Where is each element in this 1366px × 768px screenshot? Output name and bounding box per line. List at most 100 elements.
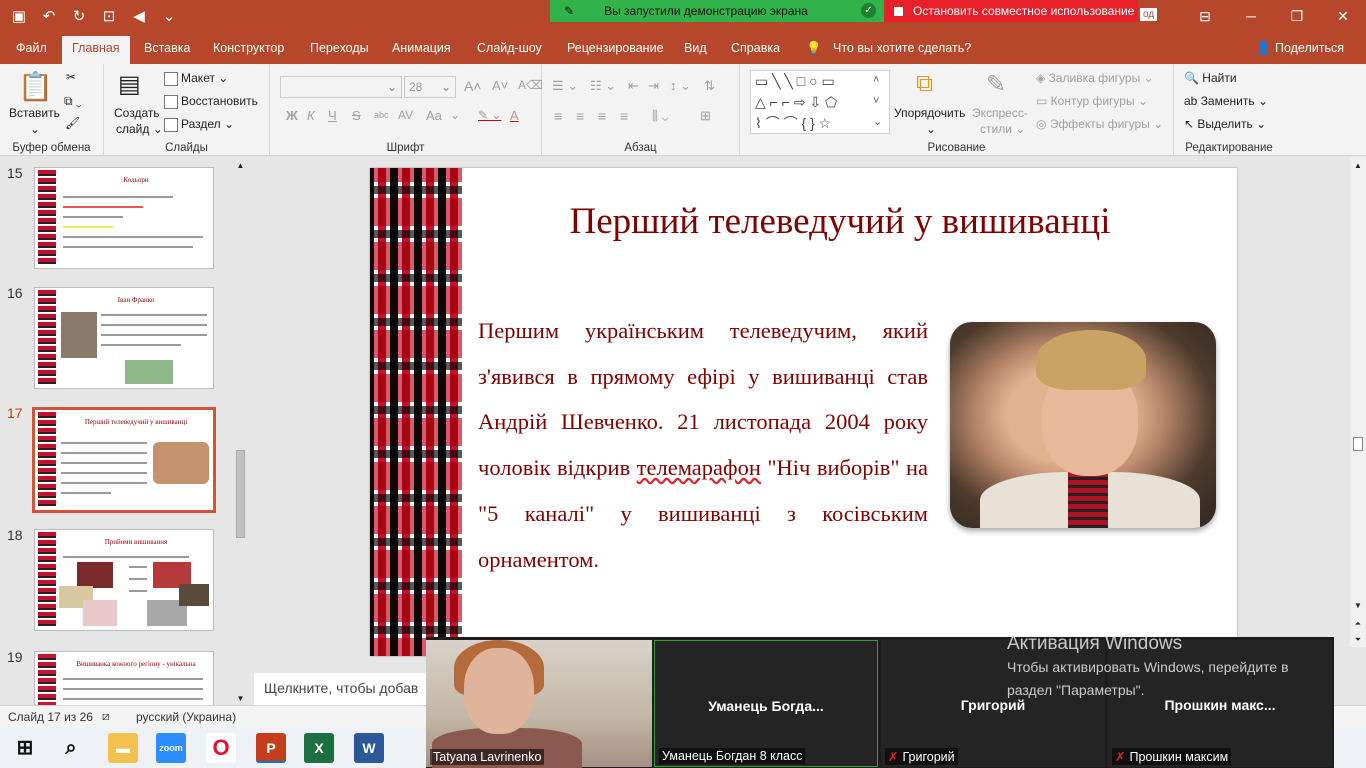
customize-qat-icon[interactable]: ⌄ xyxy=(160,7,178,25)
font-size-box[interactable]: 28 ⌄ xyxy=(404,76,456,98)
signin-label[interactable]: од xyxy=(1140,8,1158,21)
format-painter-icon[interactable]: 🖌 xyxy=(65,116,80,130)
tab-slideshow[interactable]: Слайд-шоу xyxy=(477,41,542,55)
indent-inc-icon[interactable]: ⇥ xyxy=(648,78,659,94)
present-icon[interactable]: ⊡ xyxy=(100,7,118,25)
excel-icon[interactable]: X xyxy=(304,733,334,763)
new-slide-dropdown[interactable]: слайд ⌄ xyxy=(116,122,163,136)
shape-outline-button[interactable]: ▭ Контур фигуры ⌄ xyxy=(1036,94,1148,108)
scroll-up-icon[interactable]: ▲ xyxy=(1350,161,1366,170)
scroll-down-icon[interactable]: ▼ xyxy=(233,694,248,703)
paste-icon[interactable]: 📋 xyxy=(18,70,53,103)
thumbnail-scrollbar[interactable]: ▲ ▼ xyxy=(233,157,248,705)
tab-design[interactable]: Конструктор xyxy=(213,41,284,55)
italic-button[interactable]: К xyxy=(307,108,315,123)
strike-button[interactable]: S xyxy=(352,108,361,123)
columns-icon[interactable]: ⫼ ⌄ xyxy=(652,108,669,124)
tab-help[interactable]: Справка xyxy=(731,41,780,55)
tab-review[interactable]: Рецензирование xyxy=(567,41,664,55)
slide-scrollbar[interactable]: ▲ ▼ ⏶ ⏷ xyxy=(1350,157,1366,647)
layout-button[interactable]: Макет ⌄ xyxy=(164,71,228,86)
slide-thumbnail[interactable]: Прийоми вишивання xyxy=(34,529,214,631)
shapes-scroll[interactable]: ˄ ˅ ⌄ xyxy=(873,70,882,133)
slide-thumbnail[interactable]: Іван Франко xyxy=(34,287,214,389)
find-button[interactable]: 🔍 Найти xyxy=(1184,71,1237,85)
bullets-icon[interactable]: ☰ ⌄ xyxy=(552,78,578,94)
quick-styles-button[interactable]: Экспресс- xyxy=(972,106,1028,120)
presenter-photo[interactable] xyxy=(950,322,1216,528)
bold-button[interactable]: Ж xyxy=(286,108,298,123)
shapes-gallery[interactable]: ▭ ╲ ╲ □ ○ ▭ △ ⌐ ⌐ ⇨ ⇩ ⬠ ⌇ ⌒ ⌒ { } ☆ xyxy=(750,70,890,134)
scroll-up-icon[interactable]: ▲ xyxy=(233,161,248,170)
quick-styles-icon[interactable]: ✎ xyxy=(986,70,1006,99)
audio-icon[interactable]: ◀ xyxy=(130,7,148,25)
case-dropdown-icon[interactable]: ⌄ xyxy=(450,108,460,122)
close-icon[interactable]: ✕ xyxy=(1320,0,1366,32)
tab-animations[interactable]: Анимация xyxy=(392,41,451,55)
arrange-dropdown-icon[interactable]: ⌄ xyxy=(926,122,936,136)
justify-icon[interactable]: ≡ xyxy=(620,108,628,124)
align-center-icon[interactable]: ≡ xyxy=(576,108,584,124)
smartart-icon[interactable]: ⊞ xyxy=(700,108,711,124)
powerpoint-icon[interactable]: P xyxy=(256,733,286,763)
accessibility-icon[interactable]: ⧄ xyxy=(102,709,110,724)
tab-insert[interactable]: Вставка xyxy=(144,41,190,55)
copy-icon[interactable]: ⧉ ⌄ xyxy=(64,94,82,109)
next-slide-icon[interactable]: ⏷ xyxy=(1350,635,1366,645)
restore-icon[interactable]: ❐ xyxy=(1274,0,1320,32)
slide-thumbnail-selected[interactable]: Перший телеведучий у вишиванці xyxy=(32,407,216,513)
new-slide-icon[interactable]: ▤ xyxy=(118,70,141,99)
replace-button[interactable]: ab Заменить ⌄ xyxy=(1184,94,1268,108)
file-explorer-icon[interactable]: ▬ xyxy=(108,733,138,763)
shadow-button[interactable]: abc xyxy=(374,110,389,120)
minimize-icon[interactable]: ─ xyxy=(1228,0,1274,32)
opera-icon[interactable]: O xyxy=(206,733,236,763)
scroll-thumb[interactable] xyxy=(1353,437,1363,451)
numbering-icon[interactable]: ☷ ⌄ xyxy=(590,78,616,94)
search-icon[interactable]: ⌕ xyxy=(56,733,86,763)
paste-button[interactable]: Вставить xyxy=(9,106,60,120)
stop-share-button[interactable]: Остановить совместное использование xyxy=(884,0,1138,22)
line-spacing-icon[interactable]: ↕ ⌄ xyxy=(670,78,691,94)
shape-effects-button[interactable]: ◎ Эффекты фигуры ⌄ xyxy=(1036,117,1163,131)
thumbnail-scroll-thumb[interactable] xyxy=(236,450,245,538)
font-name-box[interactable]: ⌄ xyxy=(280,76,402,98)
arrange-icon[interactable]: ⧉ xyxy=(916,70,933,98)
undo-icon[interactable]: ↶ xyxy=(40,7,58,25)
slide-thumbnail[interactable]: Кольори xyxy=(34,167,214,269)
scroll-down-icon[interactable]: ▼ xyxy=(1350,601,1366,610)
video-tile-umanets[interactable]: Уманець Богда... Уманець Богдан 8 класс xyxy=(654,640,878,767)
reset-button[interactable]: Восстановить xyxy=(164,94,258,109)
shape-fill-button[interactable]: ◈ Заливка фигуры ⌄ xyxy=(1036,71,1154,85)
prev-slide-icon[interactable]: ⏶ xyxy=(1350,619,1366,629)
tab-transitions[interactable]: Переходы xyxy=(310,41,369,55)
share-button[interactable]: 👤 Поделиться xyxy=(1256,41,1344,56)
slide-body-text[interactable]: Першим українським телеведучим, який з'я… xyxy=(478,308,928,582)
highlight-icon[interactable]: ✎ ⌄ xyxy=(478,108,501,122)
tab-view[interactable]: Вид xyxy=(684,41,707,55)
zoom-icon[interactable]: zoom xyxy=(156,733,186,763)
change-case-button[interactable]: Aa xyxy=(426,108,442,123)
save-icon[interactable]: ▣ xyxy=(10,7,28,25)
new-slide-button[interactable]: Создать xyxy=(114,106,160,120)
align-right-icon[interactable]: ≡ xyxy=(598,108,606,124)
text-direction-icon[interactable]: ⇅ xyxy=(704,78,715,94)
current-slide[interactable]: Перший телеведучий у вишиванці Першим ук… xyxy=(370,168,1237,656)
tab-file[interactable]: Файл xyxy=(16,41,47,55)
font-color-button[interactable]: A xyxy=(510,108,519,123)
paste-dropdown-icon[interactable]: ⌄ xyxy=(30,122,40,136)
windows-start-icon[interactable]: ⊞ xyxy=(10,733,40,763)
word-icon[interactable]: W xyxy=(354,733,384,763)
underline-button[interactable]: Ч xyxy=(328,108,337,123)
notes-pane[interactable]: Щелкните, чтобы добав xyxy=(254,673,434,705)
grow-font-icon[interactable]: A˄ xyxy=(464,78,482,94)
indent-dec-icon[interactable]: ⇤ xyxy=(628,78,639,94)
section-button[interactable]: Раздел ⌄ xyxy=(164,117,234,132)
select-button[interactable]: ↖ Выделить ⌄ xyxy=(1184,117,1266,131)
char-spacing-button[interactable]: AV xyxy=(398,108,413,122)
language-indicator[interactable]: русский (Украина) xyxy=(136,710,236,724)
ribbon-display-icon[interactable]: ⊟ xyxy=(1182,0,1228,32)
align-left-icon[interactable]: ≡ xyxy=(554,108,562,124)
slide-thumbnail[interactable]: Вишиванка кожного регіону - унікальна xyxy=(34,651,214,711)
slide-title[interactable]: Перший телеведучий у вишиванці xyxy=(490,200,1190,243)
